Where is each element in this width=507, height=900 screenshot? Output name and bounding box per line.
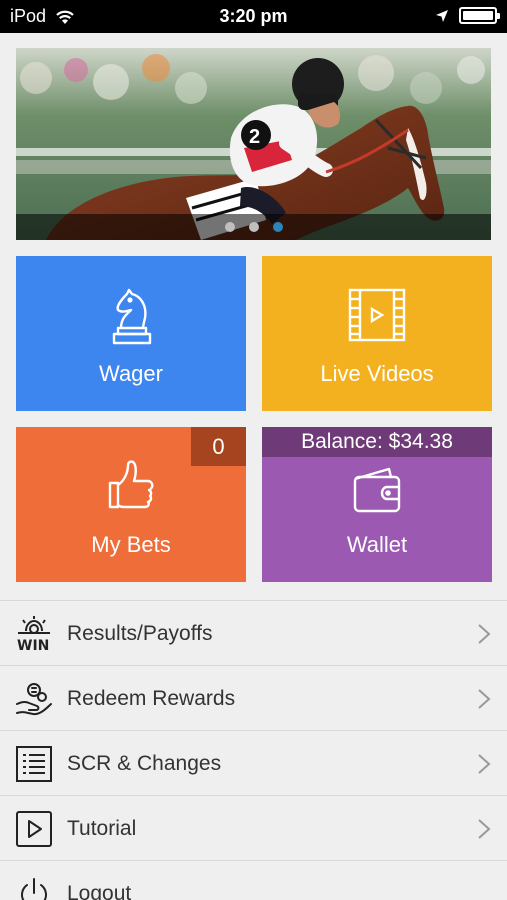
list-icon xyxy=(16,746,52,782)
status-right xyxy=(435,7,500,24)
menu-item-label: Results/Payoffs xyxy=(67,622,213,645)
redeem-icon-wrap xyxy=(15,680,53,718)
live-videos-tile[interactable]: Live Videos xyxy=(262,256,492,411)
carousel-dot-active[interactable] xyxy=(272,222,283,232)
status-bar: iPod 3:20 pm xyxy=(0,0,507,33)
win-icon-wrap: WIN xyxy=(15,615,53,653)
chevron-right-icon xyxy=(478,689,491,709)
win-icon: WIN xyxy=(17,616,50,653)
bets-icon-wrap xyxy=(16,459,246,511)
chevron-right-icon xyxy=(478,624,491,644)
menu-item-label: Tutorial xyxy=(67,817,137,840)
power-icon xyxy=(21,878,47,900)
wallet-icon xyxy=(353,467,401,513)
menu-item-label: Redeem Rewards xyxy=(67,687,236,710)
menu-item-logout[interactable]: Logout xyxy=(0,861,507,900)
status-time: 3:20 pm xyxy=(219,6,288,26)
menu-item-tutorial[interactable]: Tutorial xyxy=(0,796,507,861)
logout-icon-wrap xyxy=(15,875,53,900)
menu-item-results-payoffs[interactable]: WIN Results/Payoffs xyxy=(0,601,507,666)
play-square-icon xyxy=(16,811,52,847)
wallet-tile[interactable]: Balance: $34.38 Wallet xyxy=(262,427,492,582)
list-icon-wrap xyxy=(15,745,53,783)
thumbs-up-icon xyxy=(108,460,154,509)
chess-knight-icon xyxy=(112,288,152,345)
hero-carousel[interactable]: 2 xyxy=(16,48,491,240)
my-bets-label: My Bets xyxy=(91,532,171,557)
location-arrow-icon xyxy=(436,9,448,22)
svg-text:WIN: WIN xyxy=(17,638,49,653)
chevron-right-icon xyxy=(478,754,491,774)
hero-image: 2 xyxy=(16,48,491,240)
menu-item-redeem-rewards[interactable]: Redeem Rewards xyxy=(0,666,507,731)
wallet-label: Wallet xyxy=(346,532,408,557)
chevron-right-icon xyxy=(478,819,491,839)
wager-label: Wager xyxy=(99,361,163,386)
menu-item-label: SCR & Changes xyxy=(67,752,222,775)
tutorial-icon-wrap xyxy=(15,810,53,848)
carousel-dot[interactable] xyxy=(248,222,259,232)
live-videos-label: Live Videos xyxy=(320,361,434,386)
wallet-icon-wrap xyxy=(262,465,492,515)
wager-tile[interactable]: Wager xyxy=(16,256,246,411)
wager-icon-wrap xyxy=(16,288,246,346)
menu-list: WIN Results/Payoffs Redeem Rewards SCR &… xyxy=(0,600,507,900)
carousel-dot[interactable] xyxy=(224,222,235,232)
menu-item-label: Logout xyxy=(67,882,132,900)
svg-text:2: 2 xyxy=(249,126,260,148)
redeem-hand-icon xyxy=(16,683,52,716)
menu-item-scr-changes[interactable]: SCR & Changes xyxy=(0,731,507,796)
film-play-icon xyxy=(348,288,406,342)
videos-icon-wrap xyxy=(262,288,492,342)
my-bets-tile[interactable]: 0 My Bets xyxy=(16,427,246,582)
carousel-pager xyxy=(16,214,491,240)
wallet-balance: Balance: $34.38 xyxy=(262,427,492,457)
battery-icon xyxy=(459,7,500,24)
